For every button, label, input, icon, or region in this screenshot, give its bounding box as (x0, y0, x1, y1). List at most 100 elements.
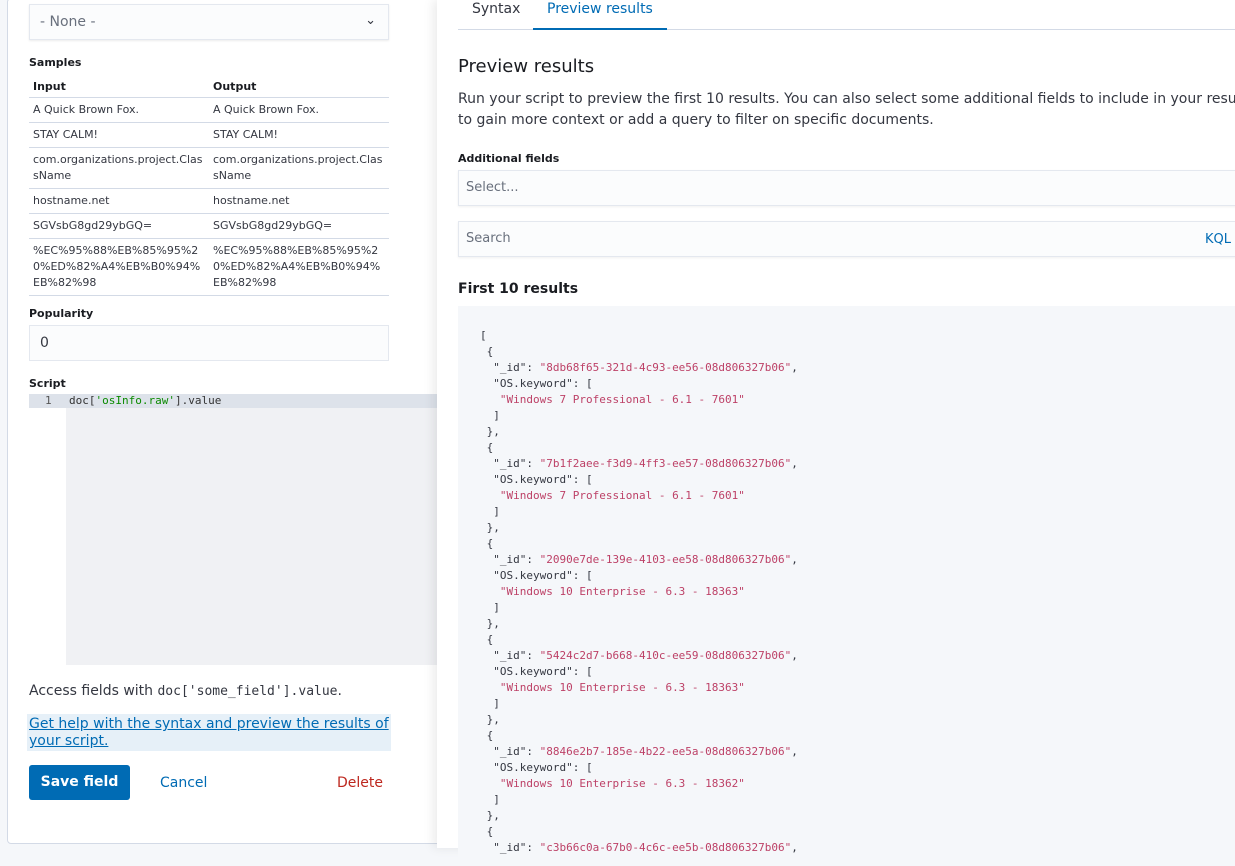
editor-area[interactable] (66, 394, 437, 665)
column-header-input: Input (29, 76, 209, 98)
json-punct: ": [ (566, 665, 593, 678)
chevron-down-icon: ⌄ (365, 13, 376, 28)
json-punct: ] (493, 409, 500, 422)
json-punct: }, (486, 809, 500, 822)
table-row: com.organizations.project.ClassName com.o… (29, 147, 389, 189)
save-field-button[interactable]: Save field (29, 765, 130, 800)
code-string: 'osInfo.raw' (95, 394, 175, 407)
json-punct: , (791, 649, 798, 662)
json-punct: }, (486, 617, 500, 630)
json-string: Windows 10 Enterprise - 6.3 - 18362 (506, 777, 739, 790)
json-string: " (738, 489, 745, 502)
json-string: " (499, 393, 507, 406)
json-punct: "_id": (493, 745, 540, 758)
code-line: "_id": "5424c2d7-b668-410c-ee59-08d80632… (480, 648, 1235, 664)
json-punct: "_id": (493, 361, 540, 374)
json-string: 8846e2b7-185e-4b22-ee5a-08d806327b06 (546, 745, 785, 758)
code-text: ].value (174, 394, 222, 407)
help-text: Access fields with doc['some_field'].val… (29, 683, 342, 699)
json-punct: { (486, 825, 494, 838)
preview-flyout: Syntax Preview results Preview results R… (437, 0, 1235, 866)
table-cell: %EC%95%88%EB%85%95%20%ED%82%A4%EB%B0%94%… (29, 238, 209, 296)
json-string: Windows 10 Enterprise - 6.3 - 18363 (506, 585, 739, 598)
json-punct: "_id": (493, 457, 540, 470)
table-cell: STAY CALM! (29, 122, 209, 148)
code-line: "Windows 10 Enterprise - 6.3 - 18362" (480, 776, 1235, 792)
table-row: STAY CALM! STAY CALM! (29, 122, 389, 148)
tab-syntax[interactable]: Syntax (458, 0, 534, 30)
kql-button[interactable]: KQL (1205, 232, 1231, 247)
description: Run your script to preview the first 10 … (458, 91, 1235, 128)
popularity-input[interactable]: 0 (29, 325, 389, 361)
code-line: }, (480, 616, 1235, 632)
additional-fields-select[interactable]: Select... (458, 170, 1235, 206)
code-line: { (480, 344, 1235, 360)
code-line: { (480, 632, 1235, 648)
json-punct: " (493, 473, 500, 486)
json-punct: " (493, 377, 500, 390)
code-line: ] (480, 696, 1235, 712)
table-row: A Quick Brown Fox. A Quick Brown Fox. (29, 97, 389, 123)
json-string: 5424c2d7-b668-410c-ee59-08d806327b06 (546, 649, 785, 662)
json-string: Windows 7 Professional - 6.1 - 7601 (506, 489, 739, 502)
script-label: Script (29, 377, 66, 390)
json-string: Windows 7 Professional - 6.1 - 7601 (506, 393, 739, 406)
json-string: " (499, 489, 507, 502)
json-string: 7b1f2aee-f3d9-4ff3-ee57-08d806327b06 (546, 457, 785, 470)
json-punct: { (486, 537, 494, 550)
json-string: " (499, 777, 507, 790)
json-punct: " (493, 569, 500, 582)
table-cell: STAY CALM! (209, 122, 389, 148)
json-punct: ] (493, 505, 500, 518)
code-line: "OS.keyword": [ (480, 472, 1235, 488)
help-code: doc['some_field'].value (157, 684, 338, 699)
samples-label: Samples (29, 56, 82, 69)
format-select[interactable]: - None - ⌄ (29, 4, 389, 40)
code-line: "_id": "7b1f2aee-f3d9-4ff3-ee57-08d80632… (480, 456, 1235, 472)
json-punct: OS.keyword (499, 377, 567, 390)
tab-preview-results[interactable]: Preview results (533, 0, 667, 30)
code-line: }, (480, 808, 1235, 824)
json-punct: OS.keyword (499, 473, 567, 486)
json-punct: ] (493, 793, 500, 806)
json-punct: }, (486, 713, 500, 726)
json-string: " (738, 585, 745, 598)
json-string: " (499, 585, 507, 598)
code-line: ] (480, 408, 1235, 424)
json-punct: { (486, 729, 494, 742)
search-input[interactable]: Search KQL (458, 221, 1235, 257)
table-cell: A Quick Brown Fox. (209, 97, 389, 123)
json-punct: OS.keyword (499, 665, 567, 678)
json-punct: ] (493, 601, 500, 614)
json-punct: [ (480, 329, 487, 342)
json-punct: " (493, 761, 500, 774)
code-line: "_id": "8db68f65-321d-4c93-ee56-08d80632… (480, 360, 1235, 376)
delete-button[interactable]: Delete (337, 775, 383, 791)
code-line: { (480, 728, 1235, 744)
json-punct: " (493, 665, 500, 678)
json-punct: OS.keyword (499, 569, 567, 582)
code-line: [ (480, 328, 1235, 344)
json-punct: }, (486, 521, 500, 534)
json-punct: { (486, 345, 494, 358)
help-text-prefix: Access fields with (29, 683, 158, 699)
json-punct: { (486, 633, 494, 646)
line-number: 1 (45, 394, 52, 407)
json-string: " (499, 681, 507, 694)
editor-line: 1 doc['osInfo.raw'].value (29, 394, 437, 408)
json-string: " (738, 777, 745, 790)
json-punct: ": [ (566, 761, 593, 774)
code-line: "OS.keyword": [ (480, 664, 1235, 680)
json-punct: }, (486, 425, 500, 438)
json-punct: "_id": (493, 649, 540, 662)
table-cell: com.organizations.project.ClassName (29, 147, 209, 189)
cancel-button[interactable]: Cancel (160, 775, 207, 791)
additional-fields-label: Additional fields (458, 152, 560, 165)
help-text-suffix: . (337, 683, 342, 699)
syntax-help-link[interactable]: Get help with the syntax and preview the… (27, 714, 391, 751)
table-cell: SGVsbG8gd29ybGQ= (29, 213, 209, 239)
code-line: "_id": "c3b66c0a-67b0-4c6c-ee5b-08d80632… (480, 840, 1235, 856)
code-line: "OS.keyword": [ (480, 568, 1235, 584)
script-editor[interactable]: 1 doc['osInfo.raw'].value (29, 394, 437, 665)
code-line: "_id": "2090e7de-139e-4103-ee58-08d80632… (480, 552, 1235, 568)
